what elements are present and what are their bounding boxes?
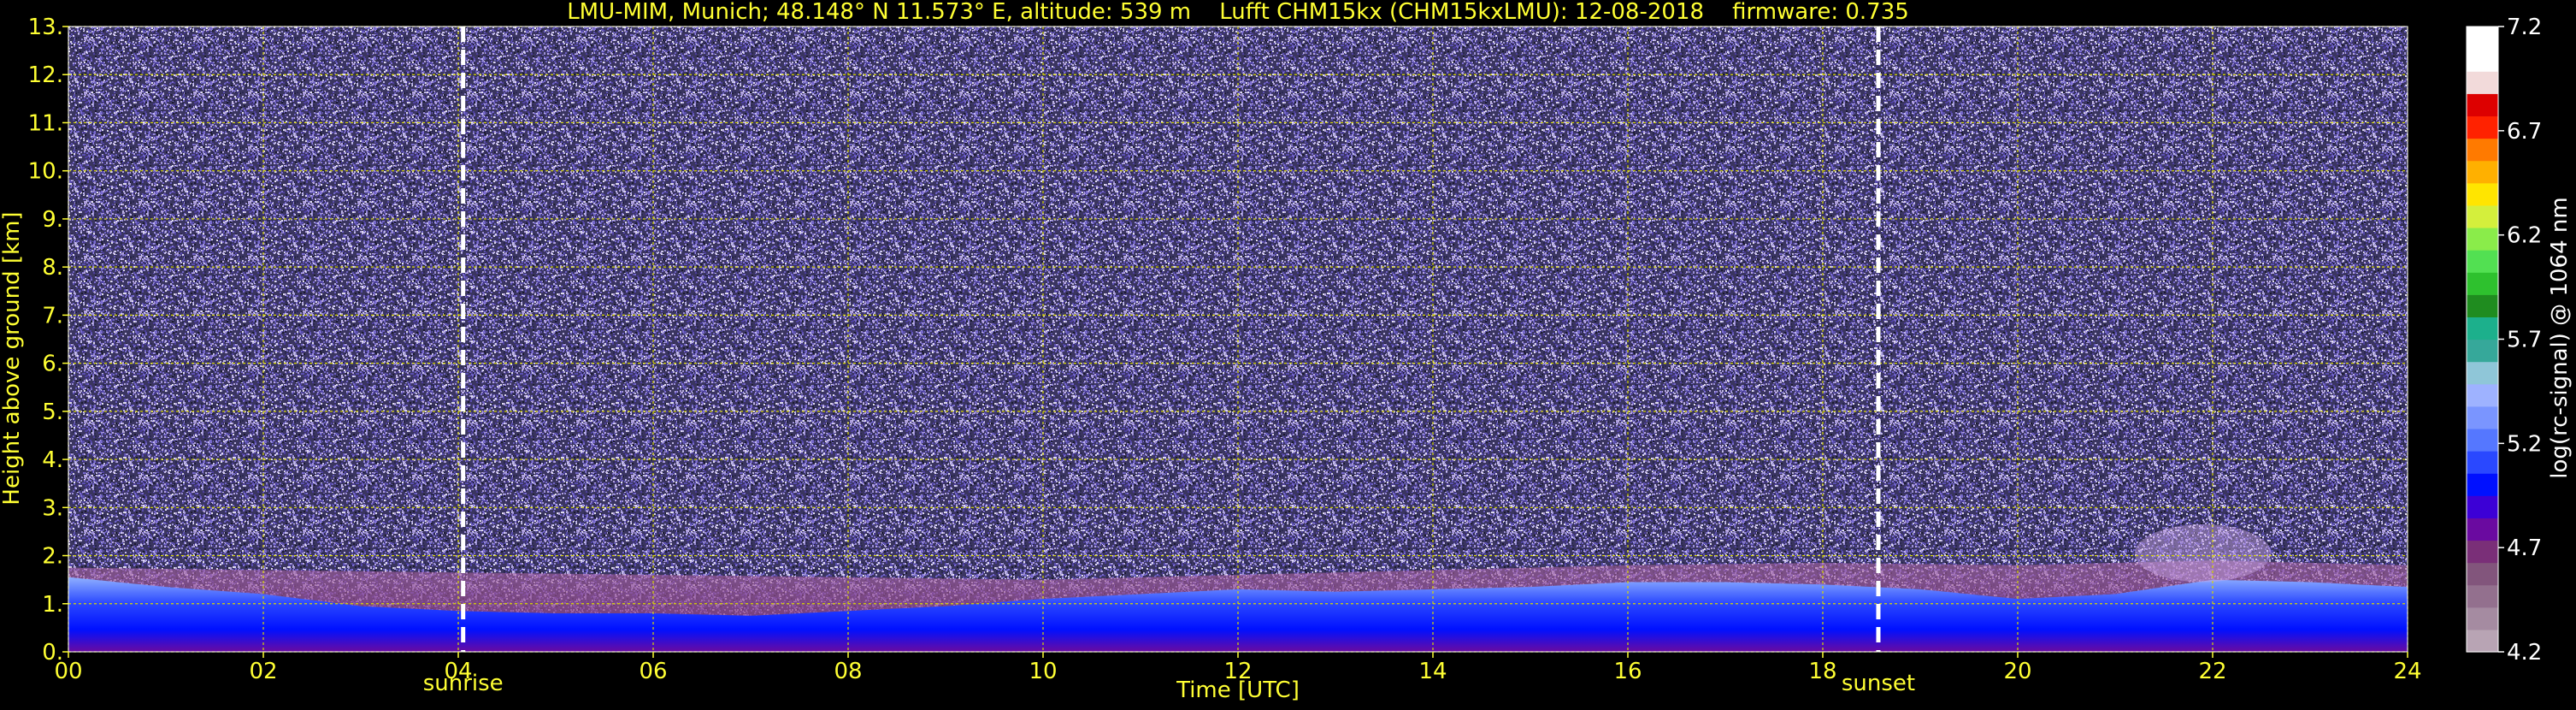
colorbar-segment (2467, 361, 2498, 385)
colorbar-segment (2467, 518, 2498, 541)
colorbar-segment (2467, 160, 2498, 184)
colorbar-segment (2467, 606, 2498, 630)
colorbar-segment (2467, 138, 2498, 162)
y-tick-label: 2. (42, 544, 63, 570)
colorbar-segment (2467, 495, 2498, 518)
y-tick-label: 13. (28, 15, 63, 40)
y-tick-label: 4. (42, 447, 63, 473)
y-tick-label: 5. (42, 399, 63, 425)
colorbar-segment (2467, 93, 2498, 117)
colorbar-segment (2467, 584, 2498, 608)
colorbar-tick-label: 4.2 (2507, 640, 2542, 666)
colorbar-tick-label: 7.2 (2507, 15, 2542, 40)
colorbar-tick-label: 5.2 (2507, 431, 2542, 457)
plot-area (68, 26, 2408, 653)
x-tick-label: 14 (1418, 659, 1447, 684)
x-tick-label: 02 (249, 659, 277, 684)
colorbar: 4.2 4.7 5.2 5.7 6.2 6.7 7.2 (2466, 15, 2542, 666)
colorbar-tick-label: 5.7 (2507, 328, 2542, 353)
x-tick-label: 06 (639, 659, 667, 684)
colorbar-label: log(rc-signal) @ 1064 nm (2547, 197, 2573, 478)
y-tick-label: 0. (42, 640, 63, 666)
colorbar-segment (2467, 540, 2498, 564)
y-tick-label: 10. (28, 159, 63, 185)
colorbar-segment (2467, 115, 2498, 139)
colorbar-segment (2467, 227, 2498, 251)
y-tick-label: 1. (42, 592, 63, 618)
x-tick-label: 16 (1613, 659, 1642, 684)
colorbar-tick-label: 4.7 (2507, 535, 2542, 561)
colorbar-segment (2467, 339, 2498, 363)
x-axis-label: Time [UTC] (1176, 677, 1300, 703)
colorbar-segment (2467, 383, 2498, 407)
x-tick-label: 08 (834, 659, 862, 684)
y-axis: 0. 1. 2. 3. 4. 5. 6. 7. 8. 9. 10. 11. 12. 13. (28, 15, 68, 666)
colorbar-segment (2467, 405, 2498, 429)
colorbar-segment (2467, 294, 2498, 317)
colorbar-segment (2467, 629, 2498, 653)
marker-label-sunrise: sunrise (423, 671, 504, 696)
y-tick-label: 12. (28, 62, 63, 88)
colorbar-segment (2467, 27, 2498, 50)
colorbar-segment (2467, 317, 2498, 340)
x-tick-label: 24 (2393, 659, 2421, 684)
colorbar-segment (2467, 250, 2498, 273)
colorbar-segment (2467, 473, 2498, 496)
colorbar-segment (2467, 204, 2498, 228)
colorbar-segment (2467, 49, 2498, 72)
marker-label-sunset: sunset (1842, 671, 1915, 696)
colorbar-segment (2467, 272, 2498, 295)
y-tick-label: 3. (42, 495, 63, 521)
x-tick-label: 20 (2003, 659, 2031, 684)
colorbar-segment (2467, 562, 2498, 586)
colorbar-tick-label: 6.2 (2507, 223, 2542, 249)
x-tick-label: 10 (1029, 659, 1057, 684)
lidar-ceilometer-plot: 00 02 04 06 08 10 12 14 16 18 20 22 24 0. 1. 2. 3. 4. 5. 6… (0, 0, 2576, 707)
colorbar-segment (2467, 451, 2498, 474)
chart-svg: 00 02 04 06 08 10 12 14 16 18 20 22 24 0.1.2.3.4.5.6… (0, 0, 2573, 703)
colorbar-segment (2467, 71, 2498, 94)
y-tick-label: 6. (42, 352, 63, 377)
y-tick-label: 8. (42, 255, 63, 281)
colorbar-segment (2467, 182, 2498, 206)
colorbar-segment (2467, 428, 2498, 452)
x-tick-label: 22 (2198, 659, 2226, 684)
y-tick-label: 9. (42, 207, 63, 233)
y-axis-label: Height above ground [km] (0, 211, 25, 505)
colorbar-tick-label: 6.7 (2507, 119, 2542, 145)
y-tick-label: 11. (28, 110, 63, 136)
y-tick-label: 7. (42, 303, 63, 328)
chart-title: LMU-MIM, Munich; 48.148° N 11.573° E, al… (567, 0, 1909, 25)
x-tick-label: 18 (1808, 659, 1836, 684)
residual-cloud (2134, 524, 2272, 583)
